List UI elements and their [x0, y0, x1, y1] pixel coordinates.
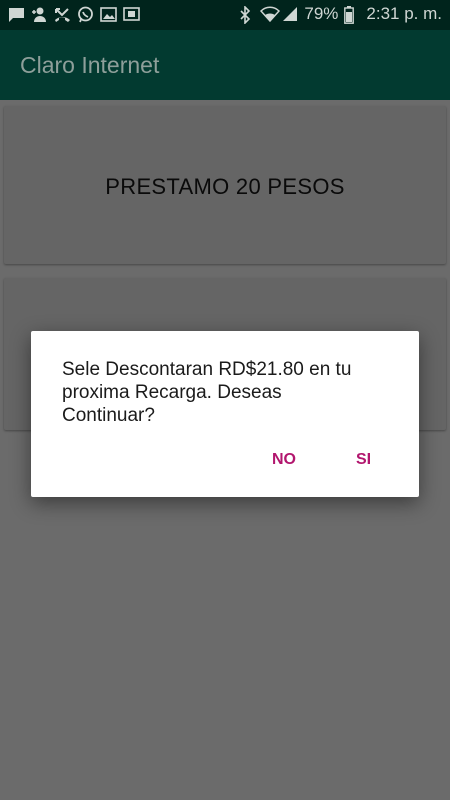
confirm-dialog: Sele Descontaran RD$21.80 en tu proxima … [31, 331, 419, 497]
screen-icon [123, 6, 140, 23]
clock: 2:31 p. m. [366, 4, 442, 23]
battery-percent: 79% [304, 4, 339, 23]
notification-icons [8, 6, 140, 23]
no-button[interactable]: NO [272, 451, 296, 469]
app-title: Claro Internet [20, 52, 160, 78]
bluetooth-icon [238, 5, 254, 25]
app-bar: Claro Internet [0, 30, 450, 100]
whatsapp-icon [77, 6, 94, 23]
system-status: 79% 2:31 p. m. [238, 4, 442, 25]
message-icon [8, 6, 25, 23]
person-add-icon [31, 6, 48, 23]
card-label: PRESTAMO 20 PESOS [105, 174, 345, 199]
loan-20-card[interactable]: PRESTAMO 20 PESOS [4, 106, 446, 264]
signal-icon [282, 6, 298, 22]
image-icon [100, 6, 117, 23]
battery-icon [344, 6, 360, 24]
wifi-icon [260, 6, 281, 23]
dialog-message: Sele Descontaran RD$21.80 en tu proxima … [62, 359, 352, 426]
missed-call-icon [54, 6, 71, 23]
yes-button[interactable]: SI [356, 451, 371, 469]
status-bar: 79% 2:31 p. m. [0, 0, 450, 30]
